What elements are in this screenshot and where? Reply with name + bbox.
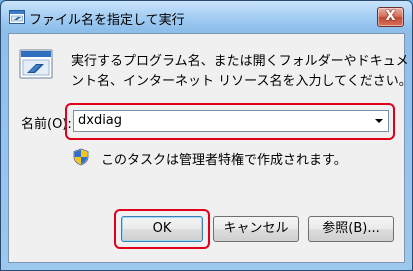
instructions-line: 実行するプログラム名、または開くフォルダーやドキュメ [71,54,409,69]
title-bar[interactable]: ファイル名を指定して実行 X [1,1,412,33]
window-title: ファイル名を指定して実行 [29,13,185,28]
cancel-button[interactable]: キャンセル [213,216,299,242]
ok-button[interactable]: OK [121,216,203,242]
run-icon [19,49,53,79]
admin-privilege-note: このタスクは管理者特権で作成されます。 [101,153,347,168]
run-dialog: ファイル名を指定して実行 X 実行するプログラム名、または開くフォルダーやドキュ… [0,0,413,271]
dialog-body: 実行するプログラム名、または開くフォルダーやドキュメ ント名、インターネット リ… [8,33,412,263]
run-icon [9,10,25,24]
instructions-text: 実行するプログラム名、または開くフォルダーやドキュメ ント名、インターネット リ… [71,52,412,92]
browse-button[interactable]: 参照(B)... [308,216,394,242]
command-input[interactable]: dxdiag [78,113,122,128]
command-combobox[interactable]: dxdiag [73,110,389,132]
shield-icon [73,148,89,166]
instructions-line: ント名、インターネット リソース名を入力してください。 [71,74,412,89]
close-button[interactable]: X [377,7,404,27]
chevron-down-icon[interactable] [375,119,383,123]
close-icon: X [385,9,396,24]
